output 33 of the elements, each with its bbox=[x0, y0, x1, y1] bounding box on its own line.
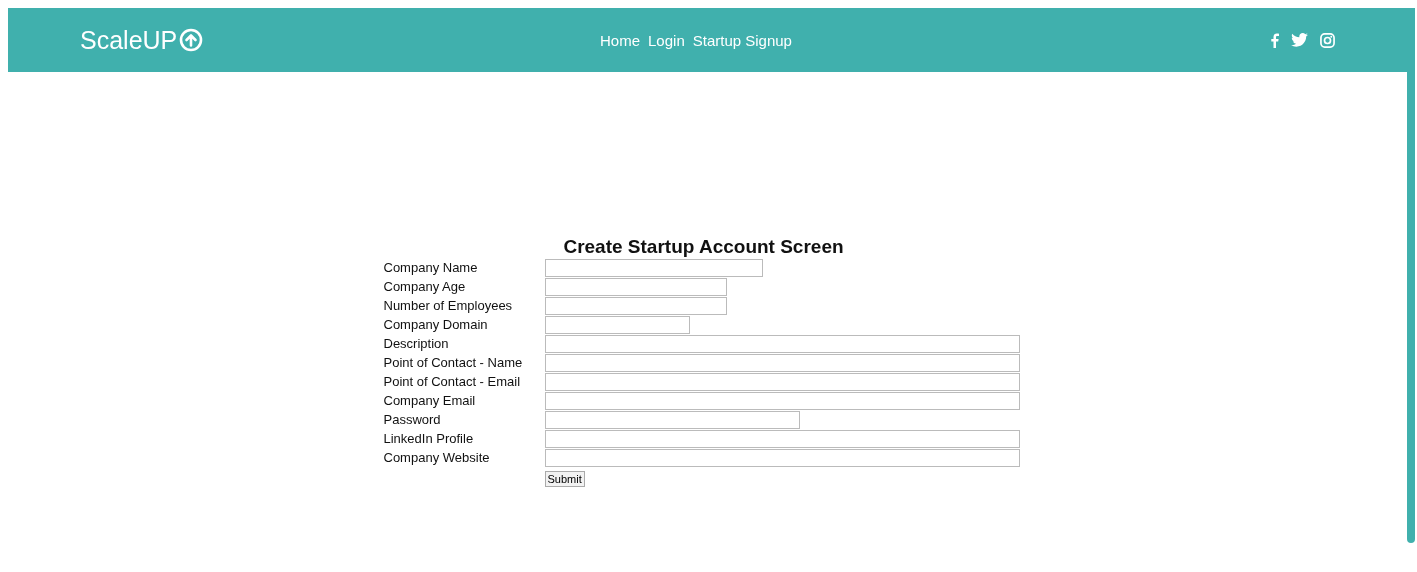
field-label: Password bbox=[383, 412, 442, 427]
input-field[interactable] bbox=[544, 315, 690, 334]
scrollbar-thumb[interactable] bbox=[1407, 8, 1415, 543]
input-field[interactable] bbox=[544, 429, 1020, 448]
input-field[interactable] bbox=[544, 258, 763, 277]
field-label: Point of Contact - Name bbox=[383, 355, 524, 370]
field-label: Description bbox=[383, 336, 450, 351]
facebook-icon[interactable] bbox=[1270, 32, 1279, 48]
input-field[interactable] bbox=[544, 296, 727, 315]
twitter-icon[interactable] bbox=[1291, 33, 1308, 47]
input-field[interactable] bbox=[544, 353, 1020, 372]
nav-link[interactable]: Login bbox=[648, 31, 685, 49]
instagram-icon[interactable] bbox=[1320, 32, 1335, 48]
up-arrow-circle-icon bbox=[179, 28, 204, 52]
field-label: Company Name bbox=[383, 260, 479, 275]
form-title: Create Startup Account Screen bbox=[562, 236, 845, 258]
field-label: Company Email bbox=[383, 393, 477, 408]
input-field[interactable] bbox=[544, 277, 727, 296]
field-label: Company Age bbox=[383, 279, 467, 294]
input-field[interactable] bbox=[544, 448, 1020, 467]
input-field[interactable] bbox=[544, 372, 1020, 391]
input-field[interactable] bbox=[544, 334, 1020, 353]
logo-text[interactable]: ScaleUP bbox=[80, 25, 178, 55]
field-label: Point of Contact - Email bbox=[383, 374, 522, 389]
submit-button[interactable]: Submit bbox=[544, 470, 585, 487]
field-label: Company Website bbox=[383, 450, 491, 465]
field-label: Company Domain bbox=[383, 317, 489, 332]
input-field[interactable] bbox=[544, 410, 800, 429]
input-field[interactable] bbox=[544, 391, 1020, 410]
field-label: LinkedIn Profile bbox=[383, 431, 475, 446]
field-label: Number of Employees bbox=[383, 298, 514, 313]
nav-link[interactable]: Home bbox=[600, 31, 640, 49]
nav-link[interactable]: Startup Signup bbox=[692, 31, 792, 49]
